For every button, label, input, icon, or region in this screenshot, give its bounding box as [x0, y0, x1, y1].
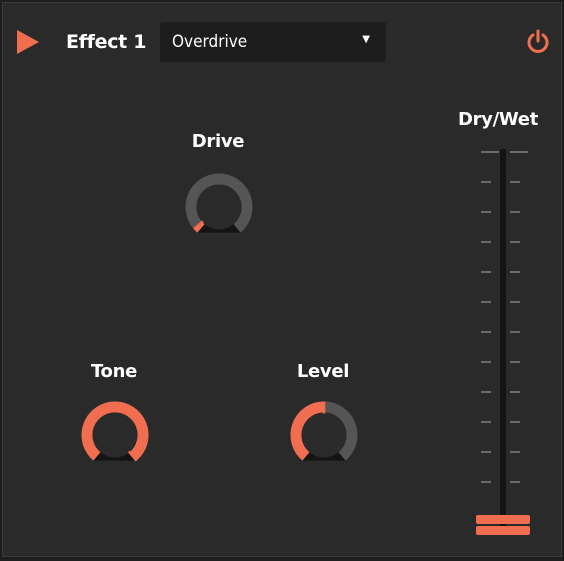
fader-tick	[510, 271, 520, 273]
dry-wet-label: Dry/Wet	[457, 109, 539, 130]
fader-tick	[510, 301, 520, 303]
fader-tick	[481, 151, 499, 153]
drive-label: Drive	[191, 131, 245, 152]
chevron-down-icon: ▼	[362, 34, 370, 45]
fader-tick	[481, 361, 491, 363]
fader-tick	[481, 241, 491, 243]
effect-title: Effect 1	[66, 31, 147, 53]
level-knob[interactable]	[288, 399, 360, 471]
tone-knob-cap	[92, 412, 138, 458]
fader-tick	[481, 391, 491, 393]
effect-type-dropdown[interactable]: Overdrive ▼	[160, 22, 386, 62]
fader-tick	[510, 421, 520, 423]
fader-tick	[510, 211, 520, 213]
level-label: Level	[296, 361, 350, 382]
fader-tick	[481, 301, 491, 303]
fader-tick	[481, 481, 491, 483]
fader-tick	[510, 481, 520, 483]
drive-knob-cap	[196, 184, 242, 230]
fader-tick	[510, 151, 528, 153]
tone-label: Tone	[90, 361, 138, 382]
fader-track	[500, 149, 506, 533]
dry-wet-fader[interactable]	[468, 143, 538, 553]
fader-tick	[481, 331, 491, 333]
power-icon[interactable]	[525, 28, 551, 54]
fader-tick	[510, 391, 520, 393]
fader-tick	[481, 211, 491, 213]
fader-tick	[510, 361, 520, 363]
fader-tick	[510, 181, 520, 183]
fader-tick	[510, 331, 520, 333]
fader-tick	[510, 241, 520, 243]
fader-tick	[481, 181, 491, 183]
fader-tick	[481, 271, 491, 273]
effect-panel: Effect 1 Overdrive ▼ Drive Tone Level Dr…	[2, 2, 562, 557]
fader-tick	[510, 451, 520, 453]
effect-type-value: Overdrive	[172, 32, 248, 52]
play-triangle-icon[interactable]	[17, 30, 39, 54]
tone-knob[interactable]	[79, 399, 151, 471]
drive-knob[interactable]	[183, 171, 255, 243]
fader-tick	[481, 451, 491, 453]
level-knob-cap	[301, 412, 347, 458]
fader-tick	[481, 421, 491, 423]
